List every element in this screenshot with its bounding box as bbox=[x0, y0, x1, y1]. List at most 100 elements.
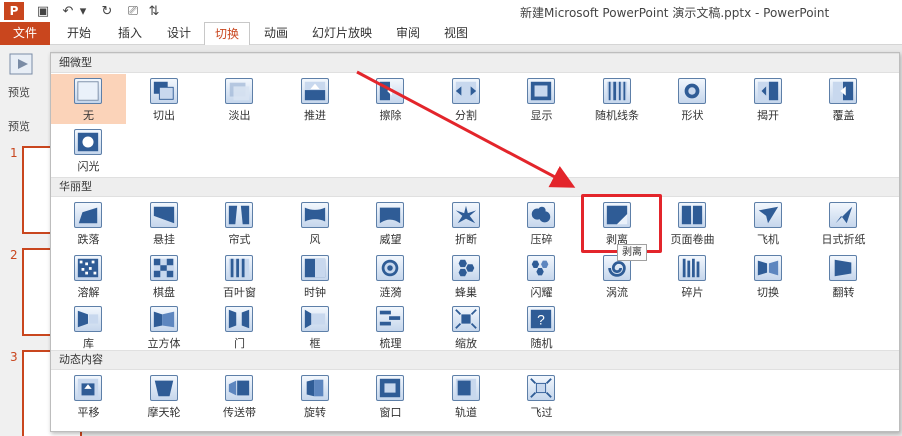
transition-none[interactable]: 无 bbox=[51, 74, 126, 124]
transition-label: 翻转 bbox=[832, 286, 855, 299]
transition-cube[interactable]: 立方体 bbox=[127, 302, 202, 352]
transition-label: 飞机 bbox=[757, 233, 779, 246]
transition-glitter[interactable]: 闪耀 bbox=[504, 251, 579, 301]
transition-dissolve[interactable]: 溶解 bbox=[51, 251, 126, 301]
transition-flip[interactable]: 翻转 bbox=[806, 251, 881, 301]
customize-qat-button[interactable]: ⇅ bbox=[148, 2, 160, 20]
transition-cover[interactable]: 覆盖 bbox=[806, 74, 881, 124]
start-from-beginning-button[interactable]: ⎚ bbox=[124, 2, 142, 20]
transition-label: 闪光 bbox=[77, 160, 100, 173]
transition-reveal[interactable]: 显示 bbox=[504, 74, 579, 124]
tab-5[interactable]: 动画 bbox=[254, 22, 298, 45]
transition-airplane[interactable]: 飞机 bbox=[731, 198, 806, 248]
transition-zoom[interactable]: 缩放 bbox=[429, 302, 504, 352]
transition-rotate[interactable]: 旋转 bbox=[278, 371, 353, 421]
transition-prestige[interactable]: 威望 bbox=[353, 198, 428, 248]
transition-gallery[interactable]: 库 bbox=[51, 302, 126, 352]
curtains-icon bbox=[225, 202, 253, 228]
redo-button[interactable]: ↻ bbox=[98, 2, 116, 20]
transition-orbit[interactable]: 轨道 bbox=[429, 371, 504, 421]
transition-shape[interactable]: 形状 bbox=[655, 74, 730, 124]
transition-random-bars[interactable]: 随机线条 bbox=[580, 74, 655, 124]
fly-through-icon bbox=[527, 375, 555, 401]
save-icon: ▣ bbox=[36, 3, 50, 19]
none-icon bbox=[74, 78, 102, 104]
transition-fly-through[interactable]: 飞过 bbox=[504, 371, 579, 421]
powerpoint-logo-button[interactable]: P bbox=[4, 2, 24, 20]
tab-4[interactable]: 切换 bbox=[204, 22, 250, 46]
transition-shred[interactable]: 碎片 bbox=[655, 251, 730, 301]
transition-ferris-wheel[interactable]: 摩天轮 bbox=[127, 371, 202, 421]
transition-switch[interactable]: 切换 bbox=[731, 251, 806, 301]
transition-label: 传送带 bbox=[223, 406, 256, 419]
transition-split[interactable]: 分割 bbox=[429, 74, 504, 124]
transition-flash[interactable]: 闪光 bbox=[51, 125, 126, 175]
transition-label: 日式折纸 bbox=[821, 233, 866, 246]
transition-origami[interactable]: 日式折纸 bbox=[806, 198, 881, 248]
transition-honeycomb[interactable]: 蜂巢 bbox=[429, 251, 504, 301]
transition-cut[interactable]: 切出 bbox=[127, 74, 202, 124]
switch-icon bbox=[753, 255, 782, 281]
transition-pan[interactable]: 平移 bbox=[51, 371, 126, 421]
tab-6[interactable]: 幻灯片放映 bbox=[302, 22, 382, 45]
undo-button[interactable]: ↶ bbox=[60, 2, 76, 20]
shape-icon bbox=[678, 78, 706, 104]
transition-label: 缩放 bbox=[455, 337, 477, 350]
tab-3[interactable]: 设计 bbox=[157, 22, 201, 45]
transition-page-curl[interactable]: 页面卷曲 bbox=[655, 198, 730, 248]
orbit-icon bbox=[451, 375, 480, 401]
undo-dropdown-icon: ▾ bbox=[79, 3, 87, 19]
svg-text:?: ? bbox=[537, 312, 545, 328]
transition-label: 涟漪 bbox=[379, 286, 402, 299]
preview-group-label: 预览 bbox=[8, 120, 30, 133]
transition-doors[interactable]: 门 bbox=[202, 302, 277, 352]
tab-1[interactable]: 开始 bbox=[55, 22, 103, 45]
transition-drape[interactable]: 悬挂 bbox=[127, 198, 202, 248]
transition-clock[interactable]: 时钟 bbox=[278, 251, 353, 301]
transition-label: 显示 bbox=[530, 109, 553, 122]
checkerboard-icon bbox=[149, 255, 178, 281]
transition-fall-over[interactable]: 跌落 bbox=[51, 198, 126, 248]
transition-label: 库 bbox=[83, 337, 94, 350]
transition-fade[interactable]: 淡出 bbox=[202, 74, 277, 124]
airplane-icon bbox=[753, 202, 782, 228]
transition-label: 悬挂 bbox=[153, 233, 175, 246]
tab-0[interactable]: 文件 bbox=[0, 22, 50, 45]
transition-label: 页面卷曲 bbox=[670, 233, 715, 246]
transition-random[interactable]: ? 随机 bbox=[504, 302, 579, 352]
transition-crush[interactable]: 压碎 bbox=[504, 198, 579, 248]
transition-uncover[interactable]: 揭开 bbox=[731, 74, 806, 124]
transition-label: 摩天轮 bbox=[147, 406, 181, 419]
transition-fracture[interactable]: 折断 bbox=[429, 198, 504, 248]
transition-ripple[interactable]: 涟漪 bbox=[353, 251, 428, 301]
undo-icon: ↶ bbox=[62, 3, 74, 19]
clock-icon bbox=[300, 255, 329, 281]
ripple-icon bbox=[376, 255, 404, 281]
tab-8[interactable]: 视图 bbox=[434, 22, 478, 45]
transition-curtains[interactable]: 帘式 bbox=[202, 198, 277, 248]
random-bars-icon bbox=[602, 78, 631, 104]
transition-blinds[interactable]: 百叶窗 bbox=[202, 251, 277, 301]
transition-label: 形状 bbox=[681, 109, 704, 122]
transition-label: 覆盖 bbox=[832, 109, 855, 122]
tab-2[interactable]: 插入 bbox=[107, 22, 153, 45]
transition-comb[interactable]: 梳理 bbox=[353, 302, 428, 352]
transition-push[interactable]: 推进 bbox=[278, 74, 353, 124]
transition-conveyor[interactable]: 传送带 bbox=[202, 371, 277, 421]
transition-wipe[interactable]: 擦除 bbox=[353, 74, 428, 124]
slide-number: 1 bbox=[10, 146, 18, 160]
glitter-icon bbox=[527, 255, 555, 281]
transition-window[interactable]: 窗口 bbox=[353, 371, 428, 421]
transition-label: 门 bbox=[234, 337, 245, 350]
save-button[interactable]: ▣ bbox=[34, 2, 52, 20]
undo-dropdown-button[interactable]: ▾ bbox=[78, 2, 88, 20]
transition-wind[interactable]: 风 bbox=[278, 198, 353, 248]
transition-label: 碎片 bbox=[681, 286, 704, 299]
drape-icon bbox=[149, 202, 178, 228]
tab-7[interactable]: 审阅 bbox=[386, 22, 430, 45]
transition-label: 切出 bbox=[153, 109, 175, 122]
fracture-icon bbox=[451, 202, 480, 228]
transition-label: 溶解 bbox=[77, 286, 100, 299]
transition-box[interactable]: 框 bbox=[278, 302, 353, 352]
transition-checkerboard[interactable]: 棋盘 bbox=[127, 251, 202, 301]
